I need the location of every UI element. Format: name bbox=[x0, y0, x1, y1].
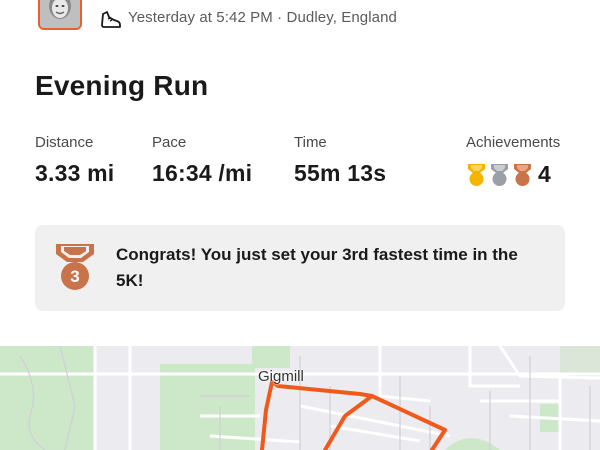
shoe-icon bbox=[101, 11, 121, 28]
meta-separator: · bbox=[272, 9, 287, 26]
stat-achievements[interactable]: Achievements 4 bbox=[466, 134, 560, 188]
park-area bbox=[560, 346, 600, 376]
stat-time-value: 55m 13s bbox=[294, 160, 387, 186]
gold-medal-icon bbox=[468, 163, 485, 186]
stat-pace: Pace 16:34 /mi bbox=[152, 134, 252, 187]
activity-timestamp: Yesterday at 5:42 PM bbox=[128, 9, 273, 26]
map-place-label: Gigmill bbox=[258, 368, 304, 385]
activity-meta: Yesterday at 5:42 PM · Dudley, England bbox=[128, 9, 397, 26]
stat-time-label: Time bbox=[294, 134, 327, 151]
stat-distance-label: Distance bbox=[35, 134, 94, 151]
stat-distance: Distance 3.33 mi bbox=[35, 134, 114, 187]
stat-pace-label: Pace bbox=[152, 134, 187, 151]
activity-location: Dudley, England bbox=[286, 9, 397, 26]
park-area bbox=[0, 346, 95, 450]
stat-pace-value: 16:34 /mi bbox=[152, 160, 253, 186]
athlete-avatar[interactable] bbox=[38, 0, 82, 30]
road-network-minor bbox=[19, 346, 591, 450]
park-area bbox=[252, 346, 290, 368]
achievement-banner[interactable]: 3 Congrats! You just set your 3rd fastes… bbox=[35, 225, 565, 311]
banner-text: Congrats! You just set your 3rd fastest … bbox=[116, 245, 518, 290]
park-area bbox=[445, 438, 500, 450]
map-canvas bbox=[0, 346, 600, 450]
stat-distance-value: 3.33 mi bbox=[35, 160, 115, 186]
route-map[interactable]: Gigmill bbox=[0, 346, 600, 450]
stat-achievements-label: Achievements bbox=[466, 134, 561, 151]
bronze-medal-icon: 3 bbox=[56, 244, 94, 290]
achievement-medals: 4 bbox=[466, 161, 560, 188]
bronze-medal-icon bbox=[514, 163, 531, 186]
achievement-count: 4 bbox=[538, 161, 551, 187]
banner-medal-number: 3 bbox=[70, 267, 79, 286]
silver-medal-icon bbox=[491, 163, 508, 186]
stat-time: Time 55m 13s bbox=[294, 134, 386, 187]
activity-title[interactable]: Evening Run bbox=[35, 70, 208, 102]
